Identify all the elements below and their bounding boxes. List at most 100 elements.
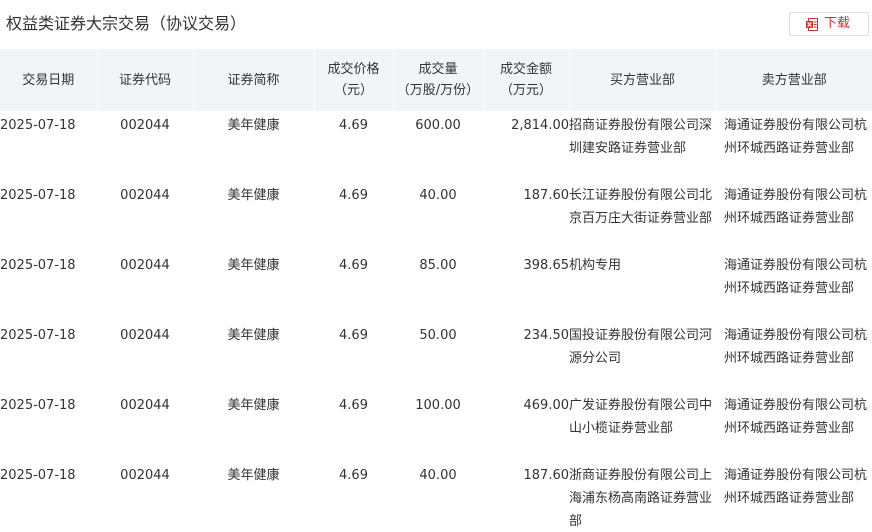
security-name-cell: 美年健康 [193,391,314,461]
volume-cell-text: 100.00 [415,398,461,413]
buyer-dept-cell-text: 广发证券股份有限公司中山小榄证券营业部 [569,398,713,436]
table-row: 2025-07-18 002044 美年健康 4.69 85.00 398.65 机构专用 海… [0,251,872,321]
security-name-cell-text: 美年健康 [227,258,280,273]
trade-date-cell-text: 2025-07-18 [0,398,76,413]
trade-date-cell-text: 2025-07-18 [0,188,76,203]
block-trade-page: 权益类证券大宗交易（协议交易） 下载 交易日期 证券代码 证券简称 成交价格 （元） 成交… [0,0,872,532]
price-cell-text: 4.69 [339,328,368,343]
col-seller-dept-header: 卖方营业部 [715,49,872,111]
price-cell-text: 4.69 [339,398,368,413]
price-cell: 4.69 [314,181,393,251]
seller-dept-cell-text: 海通证券股份有限公司杭州环城西路证券营业部 [724,398,868,436]
security-code-cell-text: 002044 [120,398,170,413]
security-code-cell: 002044 [97,181,193,251]
col-trade-date-header: 交易日期 [0,49,97,111]
page-title: 权益类证券大宗交易（协议交易） [6,14,247,33]
col-buyer-dept-header: 买方营业部 [568,49,716,111]
security-code-cell-text: 002044 [120,468,170,483]
price-cell: 4.69 [314,321,393,391]
price-cell: 4.69 [314,111,393,181]
trade-date-cell: 2025-07-18 [0,391,97,461]
security-name-cell-text: 美年健康 [227,398,280,413]
volume-cell: 40.00 [393,461,483,532]
buyer-dept-cell-text: 招商证券股份有限公司深圳建安路证券营业部 [569,118,713,156]
buyer-dept-cell: 广发证券股份有限公司中山小榄证券营业部 [569,391,716,461]
price-cell: 4.69 [314,391,393,461]
seller-dept-cell-text: 海通证券股份有限公司杭州环城西路证券营业部 [724,118,868,156]
trade-date-cell: 2025-07-18 [0,461,97,532]
buyer-dept-cell-text: 长江证券股份有限公司北京百万庄大街证券营业部 [569,188,713,226]
volume-cell: 85.00 [393,251,483,321]
volume-cell-text: 40.00 [419,188,457,203]
col-seller-dept-header-line: 卖方营业部 [761,72,827,88]
price-cell-text: 4.69 [339,188,368,203]
page-header: 权益类证券大宗交易（协议交易） 下载 [0,0,872,49]
volume-cell-text: 40.00 [419,468,457,483]
security-name-cell: 美年健康 [193,111,314,181]
seller-dept-cell: 海通证券股份有限公司杭州环城西路证券营业部 [716,461,872,532]
amount-cell: 187.60 [483,461,570,532]
buyer-dept-cell-text: 浙商证券股份有限公司上海浦东杨高南路证券营业部 [569,468,713,529]
download-button[interactable]: 下载 [789,12,869,36]
buyer-dept-cell-text: 国投证券股份有限公司河源分公司 [569,328,713,366]
trade-date-cell: 2025-07-18 [0,111,97,181]
amount-cell: 469.00 [483,391,570,461]
col-price-header: 成交价格 （元） [313,49,393,111]
col-volume-header: 成交量 （万股/万份） [392,49,483,111]
volume-cell: 600.00 [393,111,483,181]
price-cell: 4.69 [314,251,393,321]
col-security-code-header-line: 证券代码 [118,72,171,88]
price-cell-text: 4.69 [339,118,368,133]
trade-date-cell: 2025-07-18 [0,321,97,391]
table-row: 2025-07-18 002044 美年健康 4.69 40.00 187.60 长江证券股… [0,181,872,251]
col-price-header-line: （元） [333,83,373,98]
buyer-dept-cell: 国投证券股份有限公司河源分公司 [569,321,716,391]
security-name-cell-text: 美年健康 [227,328,280,343]
volume-cell: 50.00 [393,321,483,391]
col-buyer-dept-header-line: 买方营业部 [609,72,675,88]
security-code-cell: 002044 [97,391,193,461]
col-security-code-header: 证券代码 [96,49,193,111]
price-cell-text: 4.69 [339,258,368,273]
col-amount-header: 成交金额 （万元） [482,49,569,111]
price-cell-text: 4.69 [339,468,368,483]
col-volume-header-line: （万股/万份） [396,83,480,98]
security-code-cell-text: 002044 [120,118,170,133]
trade-date-cell-text: 2025-07-18 [0,258,76,273]
security-code-cell: 002044 [97,321,193,391]
amount-cell: 187.60 [483,181,570,251]
trade-date-cell-text: 2025-07-18 [0,328,76,343]
amount-cell: 2,814.00 [483,111,569,181]
security-code-cell-text: 002044 [120,258,170,273]
amount-cell-text: 187.60 [523,188,570,203]
price-cell: 4.69 [314,461,393,532]
col-amount-header-line: （万元） [499,83,552,98]
security-name-cell-text: 美年健康 [227,468,280,483]
col-amount-header-line: 成交金额 [499,62,552,77]
amount-cell-text: 398.65 [523,258,570,273]
amount-cell-text: 469.00 [523,398,570,413]
security-name-cell-text: 美年健康 [227,188,280,203]
seller-dept-cell: 海通证券股份有限公司杭州环城西路证券营业部 [716,111,872,181]
seller-dept-cell: 海通证券股份有限公司杭州环城西路证券营业部 [716,321,872,391]
buyer-dept-cell: 机构专用 [569,251,716,321]
buyer-dept-cell-text: 机构专用 [569,258,622,273]
seller-dept-cell-text: 海通证券股份有限公司杭州环城西路证券营业部 [724,328,868,366]
security-name-cell-text: 美年健康 [227,118,280,133]
amount-cell-text: 2,814.00 [511,118,569,133]
security-name-cell: 美年健康 [193,181,314,251]
seller-dept-cell-text: 海通证券股份有限公司杭州环城西路证券营业部 [724,468,868,506]
trade-date-cell-text: 2025-07-18 [0,468,76,483]
volume-cell: 40.00 [393,181,483,251]
security-name-cell: 美年健康 [193,461,314,532]
seller-dept-cell: 海通证券股份有限公司杭州环城西路证券营业部 [716,181,872,251]
buyer-dept-cell: 浙商证券股份有限公司上海浦东杨高南路证券营业部 [569,461,716,532]
table-body: 2025-07-18 002044 美年健康 4.69 600.00 2,814.00 招商… [0,111,872,532]
trade-date-cell: 2025-07-18 [0,251,97,321]
security-code-cell: 002044 [97,251,193,321]
col-price-header-line: 成交价格 [327,62,380,77]
buyer-dept-cell: 长江证券股份有限公司北京百万庄大街证券营业部 [569,181,716,251]
security-code-cell: 002044 [97,111,193,181]
amount-cell: 234.50 [483,321,570,391]
buyer-dept-cell: 招商证券股份有限公司深圳建安路证券营业部 [569,111,716,181]
